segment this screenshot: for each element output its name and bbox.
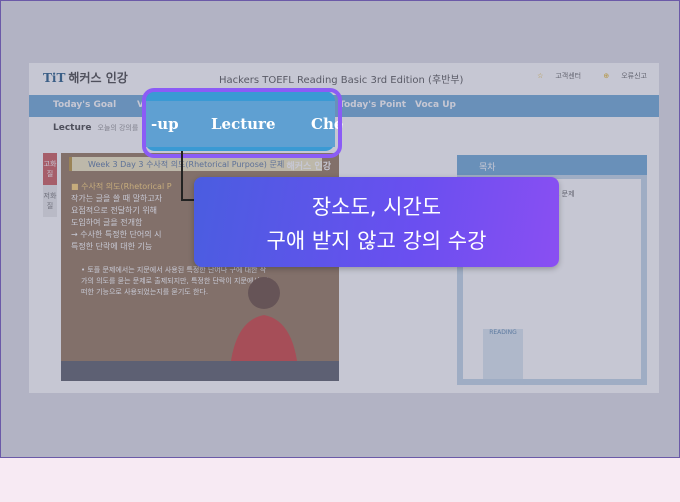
callout-line-2: 구애 받지 않고 강의 수강 [266, 229, 487, 253]
screenshot-frame: TiT 해커스 인강 Hackers TOEFL Reading Basic 3r… [0, 0, 680, 458]
highlight-border [142, 88, 342, 158]
callout-line-1: 장소도, 시간도 [311, 195, 442, 219]
feature-callout: 장소도, 시간도 구애 받지 않고 강의 수강 [194, 177, 559, 267]
connector-line [181, 151, 183, 199]
